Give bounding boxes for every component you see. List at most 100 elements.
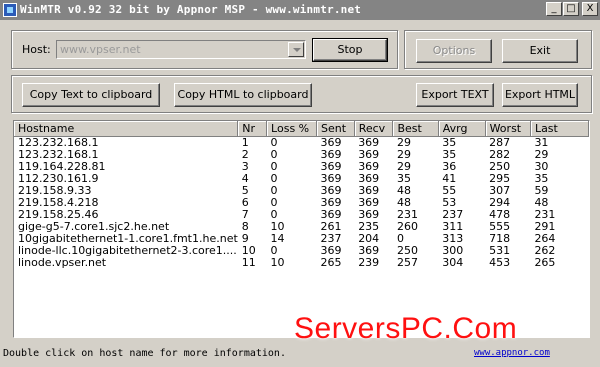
table-cell: 369 [320, 185, 342, 197]
stop-button-label: Stop [337, 43, 363, 56]
stop-button[interactable]: Stop [312, 38, 388, 62]
column-header-nr[interactable]: Nr [237, 121, 268, 137]
table-cell: 10 [270, 257, 285, 269]
table-cell: 260 [396, 221, 418, 233]
table-cell: 41 [442, 173, 457, 185]
table-row[interactable]: linode.vpser.net 11 10 265 239 257 304 453 265 [14, 257, 589, 269]
export-text-button[interactable]: Export TEXT [416, 83, 494, 107]
table-cell: 53 [442, 197, 457, 209]
table-cell: 304 [442, 257, 464, 269]
options-button[interactable]: Options [416, 39, 492, 63]
export-html-button[interactable]: Export HTML [502, 83, 578, 107]
table-cell: 307 [489, 185, 511, 197]
table-cell: 265 [534, 257, 556, 269]
watermark-logo: ServersPC.Com [294, 312, 518, 345]
table-cell[interactable]: 10gigabitethernet1-1.core1.fmt1.he.net [14, 233, 238, 245]
table-cell: 35 [396, 173, 411, 185]
table-cell[interactable]: gige-g5-7.core1.sjc2.he.net [14, 221, 238, 233]
table-cell: 369 [358, 149, 380, 161]
table-cell: 369 [320, 136, 342, 149]
table-cell: 291 [534, 221, 556, 233]
table-cell: 265 [320, 257, 342, 269]
table-cell: 10 [241, 245, 256, 257]
table-row[interactable]: 219.158.25.46 7 0 369 369 231 237 478 231 [14, 209, 589, 221]
table-cell[interactable]: 219.158.4.218 [14, 197, 238, 209]
table-cell: 369 [358, 136, 380, 149]
table-cell[interactable]: 219.158.25.46 [14, 209, 238, 221]
table-row[interactable]: 119.164.228.81 3 0 369 369 29 36 250 30 [14, 161, 589, 173]
table-cell: 7 [241, 209, 249, 221]
table-cell: 369 [358, 197, 380, 209]
column-header-sent[interactable]: Sent [316, 121, 355, 137]
table-cell: 369 [358, 173, 380, 185]
column-header-last[interactable]: Last [530, 121, 589, 137]
table-cell[interactable]: 219.158.9.33 [14, 185, 238, 197]
copy-text-button[interactable]: Copy Text to clipboard [22, 83, 160, 107]
chevron-down-icon[interactable] [288, 42, 304, 57]
table-cell: 0 [270, 136, 278, 149]
host-input[interactable]: www.vpser.net [60, 43, 141, 56]
table-cell[interactable]: 112.230.161.9 [14, 173, 238, 185]
table-cell: 30 [534, 161, 549, 173]
table-cell: 262 [534, 245, 556, 257]
app-icon [3, 3, 17, 17]
table-row[interactable]: 112.230.161.9 4 0 369 369 35 41 295 35 [14, 173, 589, 185]
table-cell[interactable]: 119.164.228.81 [14, 161, 238, 173]
table-cell: 250 [396, 245, 418, 257]
table-cell: 0 [396, 233, 404, 245]
maximize-button[interactable]: □ [563, 2, 579, 16]
table-cell[interactable]: linode.vpser.net [14, 257, 238, 269]
copy-html-label: Copy HTML to clipboard [177, 88, 309, 101]
table-cell[interactable]: 123.232.168.1 [14, 137, 238, 150]
table-cell: 313 [442, 233, 464, 245]
exit-button[interactable]: Exit [502, 39, 578, 63]
table-cell: 48 [396, 197, 411, 209]
minimize-button[interactable]: _ [546, 2, 562, 16]
table-cell: 478 [489, 209, 511, 221]
table-row[interactable]: 123.232.168.1 2 0 369 369 29 35 282 29 [14, 149, 589, 161]
table-cell: 295 [489, 173, 511, 185]
table-cell: 282 [489, 149, 511, 161]
table-cell: 555 [489, 221, 511, 233]
table-header-row: Hostname Nr Loss % Sent Recv Best Avrg W… [14, 121, 589, 137]
table-cell: 6 [241, 197, 249, 209]
table-cell: 369 [320, 149, 342, 161]
appnor-link[interactable]: www.appnor.com [474, 348, 550, 358]
column-header-loss[interactable]: Loss % [266, 121, 317, 137]
close-button[interactable]: X [582, 2, 598, 16]
table-row[interactable]: gige-g5-7.core1.sjc2.he.net 8 10 261 235 260 3… [14, 221, 589, 233]
table-cell: 29 [534, 149, 549, 161]
table-cell: 369 [358, 209, 380, 221]
table-cell[interactable]: linode-llc.10gigabitethernet2-3.core1...… [14, 245, 238, 257]
window-title: WinMTR v0.92 32 bit by Appnor MSP - www.… [20, 3, 362, 16]
table-cell: 4 [241, 173, 249, 185]
table-row[interactable]: 219.158.9.33 5 0 369 369 48 55 307 59 [14, 185, 589, 197]
host-combobox[interactable]: www.vpser.net [56, 40, 306, 59]
export-html-label: Export HTML [504, 88, 576, 101]
table-cell: 369 [320, 173, 342, 185]
table-row[interactable]: 10gigabitethernet1-1.core1.fmt1.he.net 9 1… [14, 233, 589, 245]
table-cell: 29 [396, 161, 411, 173]
host-label: Host: [22, 43, 51, 56]
table-cell: 5 [241, 185, 249, 197]
copy-html-button[interactable]: Copy HTML to clipboard [174, 83, 312, 107]
options-button-label: Options [432, 44, 476, 57]
table-cell: 14 [270, 233, 285, 245]
column-header-worst[interactable]: Worst [485, 121, 531, 137]
table-row[interactable]: 123.232.168.1 1 0 369 369 29 35 287 31 [14, 137, 589, 150]
table-cell: 3 [241, 161, 249, 173]
table-row[interactable]: 219.158.4.218 6 0 369 369 48 53 294 48 [14, 197, 589, 209]
column-header-recv[interactable]: Recv [354, 121, 394, 137]
exit-button-label: Exit [529, 44, 551, 57]
table-cell: 10 [270, 221, 285, 233]
column-header-avrg[interactable]: Avrg [438, 121, 486, 137]
table-cell[interactable]: 123.232.168.1 [14, 149, 238, 161]
column-header-best[interactable]: Best [392, 121, 439, 137]
results-table[interactable]: Hostname Nr Loss % Sent Recv Best Avrg W… [13, 120, 590, 338]
table-row[interactable]: linode-llc.10gigabitethernet2-3.core1...… [14, 245, 589, 257]
table-cell: 0 [270, 185, 278, 197]
table-cell: 531 [489, 245, 511, 257]
table-cell: 0 [270, 245, 278, 257]
column-header-hostname[interactable]: Hostname [14, 121, 239, 137]
table-cell: 369 [358, 185, 380, 197]
